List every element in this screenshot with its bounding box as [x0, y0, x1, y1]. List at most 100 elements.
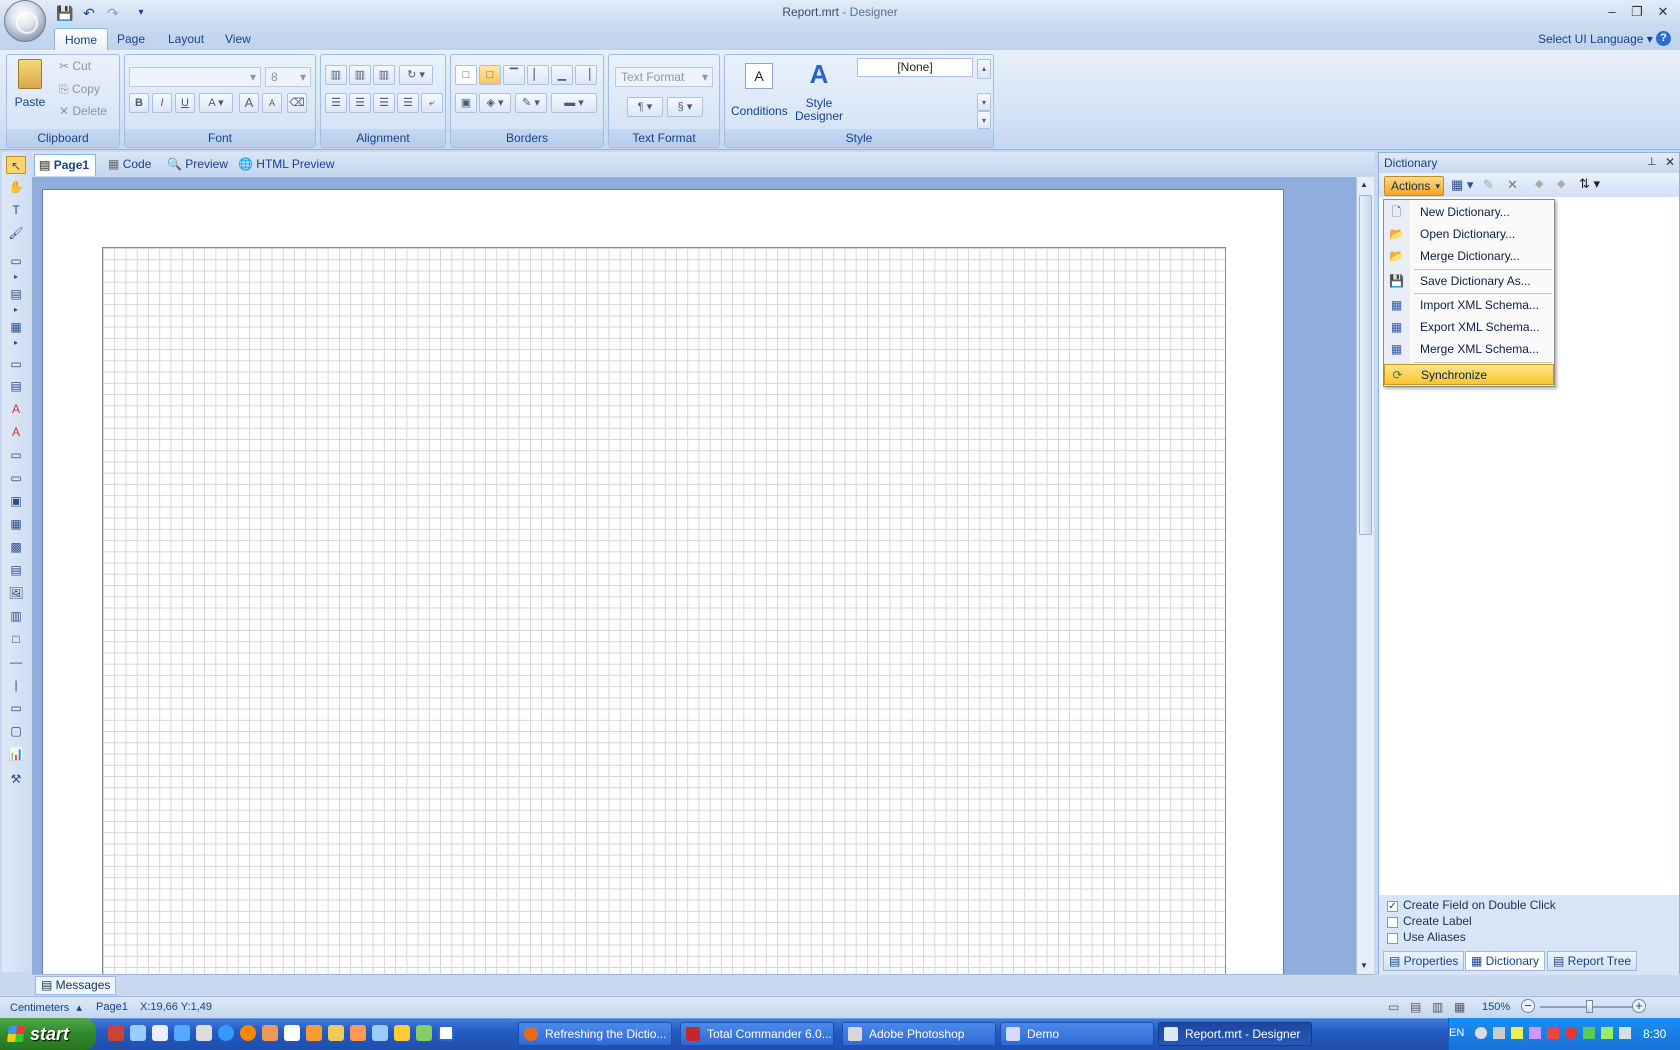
tab-html-preview[interactable]: 🌐 HTML Preview	[234, 154, 341, 176]
view-two-pages-icon[interactable]: ▥	[1432, 1000, 1443, 1014]
bottom-border-icon[interactable]: ▁	[551, 65, 573, 85]
tray-icon-1[interactable]	[1475, 1027, 1487, 1039]
format-icon[interactable]: ¶ ▾	[627, 97, 663, 117]
menu-new-dictionary[interactable]: 🗋 New Dictionary...	[1384, 202, 1554, 223]
pin-icon[interactable]: ⊥	[1647, 155, 1657, 168]
scrollbar-thumb[interactable]	[1359, 195, 1372, 535]
minimize-button[interactable]: –	[1601, 4, 1623, 22]
page-grid[interactable]	[102, 247, 1226, 979]
scroll-up-icon[interactable]: ▲	[1360, 180, 1368, 189]
text-tool-icon[interactable]: A	[6, 400, 26, 418]
tab-code[interactable]: ▦ Code	[104, 154, 157, 176]
grow-font-button[interactable]: A	[239, 93, 259, 113]
style-combo[interactable]: [None]	[857, 58, 973, 77]
tab-preview[interactable]: 🔍 Preview	[163, 154, 234, 176]
tray-icon-2[interactable]	[1493, 1027, 1505, 1039]
border-style-icon[interactable]: ▬ ▾	[551, 93, 597, 113]
quicklaunch-app1-icon[interactable]	[108, 1025, 124, 1041]
internet-explorer-icon[interactable]	[218, 1025, 234, 1041]
shadow-icon[interactable]: ▣	[455, 93, 477, 113]
bold-button[interactable]: B	[129, 93, 149, 113]
tray-icon-6[interactable]	[1565, 1027, 1577, 1039]
sort-icon[interactable]: ⇅ ▾	[1579, 176, 1600, 192]
menu-export-xml-schema[interactable]: ▦ Export XML Schema...	[1384, 317, 1554, 338]
horizontal-line-tool-icon[interactable]: —	[6, 653, 26, 671]
units-selector[interactable]: Centimeters ▴	[10, 1001, 90, 1014]
menu-import-xml-schema[interactable]: ▦ Import XML Schema...	[1384, 295, 1554, 316]
image-tool-icon[interactable]: 🖼	[6, 584, 26, 602]
taskbar-firefox[interactable]: Refreshing the Dictio...	[518, 1022, 672, 1046]
border-color-icon[interactable]: ✎ ▾	[515, 93, 547, 113]
language-indicator[interactable]: EN	[1449, 1027, 1464, 1039]
crosstab-tool-icon[interactable]: ▩	[6, 538, 26, 556]
shrink-font-button[interactable]: A	[262, 93, 282, 113]
tab-layout[interactable]: Layout	[158, 28, 214, 50]
table-tool-icon[interactable]: ▦	[6, 515, 26, 533]
subreport-tool-icon[interactable]: ▣	[6, 492, 26, 510]
format-painter-icon[interactable]: 🖌	[6, 224, 26, 242]
tab-page[interactable]: Page	[107, 28, 155, 50]
move-down-icon[interactable]: ◆	[1557, 177, 1565, 190]
panel-tool-icon[interactable]: ▭	[6, 446, 26, 464]
quicklaunch-app2-icon[interactable]	[130, 1025, 146, 1041]
paste-button[interactable]: Paste	[13, 59, 47, 123]
zoom-in-button[interactable]: +	[1632, 999, 1646, 1013]
tab-report-tree[interactable]: ▤ Report Tree	[1547, 951, 1638, 971]
quicklaunch-app5-icon[interactable]	[196, 1025, 212, 1041]
tray-icon-4[interactable]	[1529, 1027, 1541, 1039]
underline-button[interactable]: U	[175, 93, 195, 113]
use-aliases-checkbox[interactable]	[1387, 933, 1398, 944]
menu-merge-dictionary[interactable]: 📂 Merge Dictionary...	[1384, 246, 1554, 267]
label-tool-icon[interactable]: ▤	[6, 561, 26, 579]
clock[interactable]: 8:30	[1643, 1027, 1666, 1041]
top-border-icon[interactable]: ▔	[503, 65, 525, 85]
ui-language-selector[interactable]: Select UI Language ▾	[1538, 32, 1653, 46]
quicklaunch-app3-icon[interactable]	[152, 1025, 168, 1041]
text-format-combo[interactable]: Text Format ▾	[615, 67, 713, 87]
word-wrap-icon[interactable]: ⤶	[421, 93, 443, 113]
taskbar-demo[interactable]: Demo	[1000, 1022, 1154, 1046]
taskbar-photoshop[interactable]: Adobe Photoshop	[842, 1022, 996, 1046]
components-arrow-icon[interactable]: ▸	[6, 334, 26, 352]
select-tool-icon[interactable]: ↖	[6, 156, 26, 174]
align-bottom-icon[interactable]: ▥	[373, 65, 395, 85]
taskbar-total-commander[interactable]: Total Commander 6.0...	[680, 1022, 834, 1046]
font-color-button[interactable]: A ▾	[199, 93, 233, 113]
zoom-slider-thumb[interactable]	[1586, 1000, 1593, 1013]
align-top-icon[interactable]: ▥	[325, 65, 347, 85]
band-tool-arrow-icon[interactable]: ▸	[6, 268, 26, 286]
align-center-icon[interactable]: ☰	[349, 93, 371, 113]
cross-band-arrow-icon[interactable]: ▸	[6, 301, 26, 319]
align-right-icon[interactable]: ☰	[373, 93, 395, 113]
tab-properties[interactable]: ▤ Properties	[1383, 951, 1465, 971]
cut-button[interactable]: ✂ Cut	[59, 59, 91, 73]
font-family-combo[interactable]: ▾	[129, 67, 261, 87]
tab-view[interactable]: View	[215, 28, 261, 50]
clear-format-icon[interactable]: ⌫	[287, 93, 307, 113]
menu-open-dictionary[interactable]: 📂 Open Dictionary...	[1384, 224, 1554, 245]
quicklaunch-app10-icon[interactable]	[306, 1025, 322, 1041]
style-designer-button[interactable]: A Style Designer	[791, 59, 847, 131]
actions-button[interactable]: Actions ▾	[1384, 176, 1444, 196]
create-label-checkbox[interactable]	[1387, 917, 1398, 928]
view-multiple-pages-icon[interactable]: ▦	[1454, 1000, 1465, 1014]
quicklaunch-app14-icon[interactable]	[394, 1025, 410, 1041]
hand-tool-icon[interactable]: ✋	[6, 178, 26, 196]
move-up-icon[interactable]: ◆	[1535, 177, 1543, 190]
new-item-icon[interactable]: ▦ ▾	[1451, 177, 1473, 193]
dictionary-close-icon[interactable]: ✕	[1665, 155, 1675, 169]
scroll-down-icon[interactable]: ▼	[1360, 961, 1368, 970]
tab-page1[interactable]: ▤ Page1	[34, 154, 97, 176]
menu-synchronize[interactable]: ⟳ Synchronize	[1384, 364, 1554, 385]
align-justify-icon[interactable]: ☰	[397, 93, 419, 113]
format-option-icon[interactable]: § ▾	[667, 97, 703, 117]
rich-text-tool-icon[interactable]: A	[6, 423, 26, 441]
tab-dictionary[interactable]: ▦ Dictionary	[1465, 951, 1546, 971]
quicklaunch-app4-icon[interactable]	[174, 1025, 190, 1041]
rectangle-tool-icon[interactable]: ▭	[6, 699, 26, 717]
data-band-tool-icon[interactable]: ▤	[6, 377, 26, 395]
messages-tab[interactable]: ▤ Messages	[35, 976, 117, 995]
no-border-icon[interactable]: □	[479, 65, 501, 85]
quicklaunch-app15-icon[interactable]	[416, 1025, 432, 1041]
clone-tool-icon[interactable]: ▭	[6, 469, 26, 487]
